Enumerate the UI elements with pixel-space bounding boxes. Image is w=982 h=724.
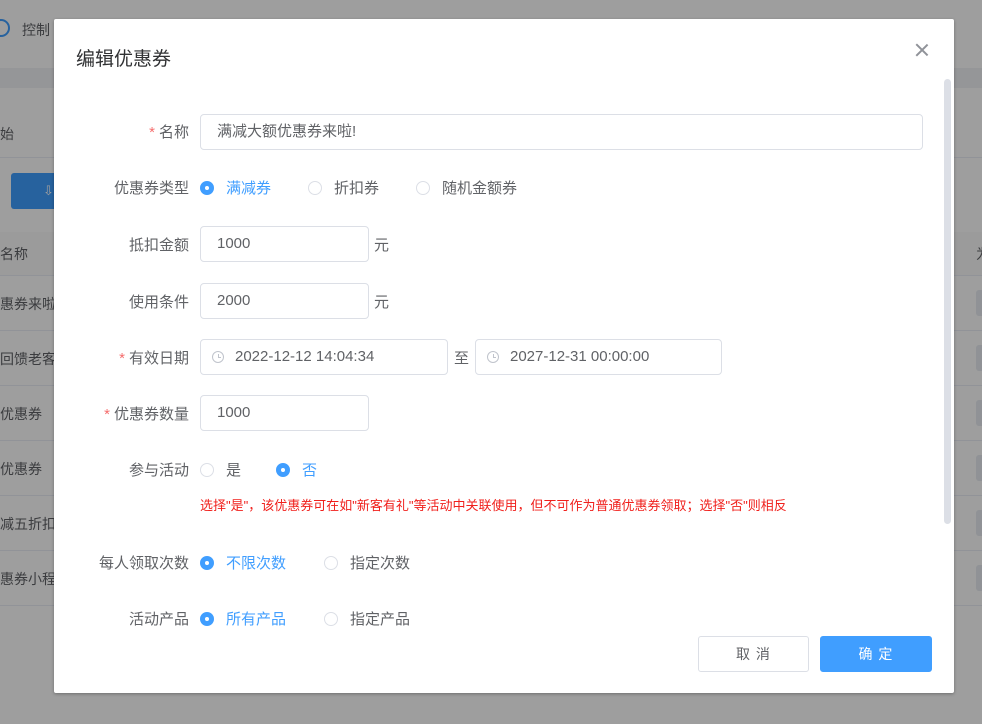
dialog-title: 编辑优惠券 [76,49,172,70]
radio-dot [276,462,290,477]
join-activity-label: 参与活动 [128,462,189,479]
valid-date-label: * 有效日期 [119,350,189,367]
use-condition-unit: 元 [374,294,390,311]
start-date-input[interactable]: 2022-12-12 14:04:34 [200,339,448,375]
radio-dot [200,462,214,477]
edit-coupon-dialog: 编辑优惠券 * 名称 满减大额优惠券来啦! 优惠券类型 满减券 折扣券 随机金额券… [54,19,954,693]
radio-discount[interactable]: 折扣券 [308,177,379,198]
claim-times-label: 每人领取次数 [98,555,189,572]
clock-icon [212,351,224,363]
radio-dot [200,611,214,626]
confirm-button[interactable]: 确 定 [820,636,932,672]
end-date-input[interactable]: 2027-12-31 00:00:00 [475,339,722,375]
radio-full-reduction[interactable]: 满减券 [200,177,271,198]
scrollbar[interactable] [944,79,951,524]
coupon-type-label: 优惠券类型 [113,180,189,197]
date-separator: 至 [454,350,470,367]
name-input[interactable]: 满减大额优惠券来啦! [200,114,923,150]
required-mark: * [119,350,125,367]
deduct-amount-input[interactable]: 1000 [200,226,369,262]
radio-all-products[interactable]: 所有产品 [200,608,286,629]
radio-dot [200,180,214,195]
deduct-amount-label: 抵扣金额 [128,237,189,254]
required-mark: * [149,124,155,141]
radio-dot [200,555,214,570]
deduct-amount-unit: 元 [374,237,390,254]
products-label: 活动产品 [128,611,189,628]
radio-specified-products[interactable]: 指定产品 [324,608,410,629]
radio-activity-no[interactable]: 否 [276,459,317,480]
clock-icon [487,351,499,363]
radio-dot [308,180,322,195]
activity-hint-text: 选择"是"，该优惠券可在如"新客有礼"等活动中关联使用，但不可作为普通优惠券领取… [200,498,787,513]
radio-dot [324,555,338,570]
cancel-button[interactable]: 取 消 [698,636,809,672]
coupon-quantity-label: * 优惠券数量 [104,406,189,423]
radio-random-amount[interactable]: 随机金额券 [416,177,517,198]
coupon-quantity-input[interactable]: 1000 [200,395,369,431]
required-mark: * [104,406,110,423]
radio-activity-yes[interactable]: 是 [200,459,241,480]
close-icon[interactable] [913,41,931,59]
radio-specified-times[interactable]: 指定次数 [324,552,410,573]
radio-dot [324,611,338,626]
use-condition-label: 使用条件 [128,294,189,311]
name-label: * 名称 [149,124,189,141]
radio-unlimited-times[interactable]: 不限次数 [200,552,286,573]
radio-dot [416,180,430,195]
use-condition-input[interactable]: 2000 [200,283,369,319]
